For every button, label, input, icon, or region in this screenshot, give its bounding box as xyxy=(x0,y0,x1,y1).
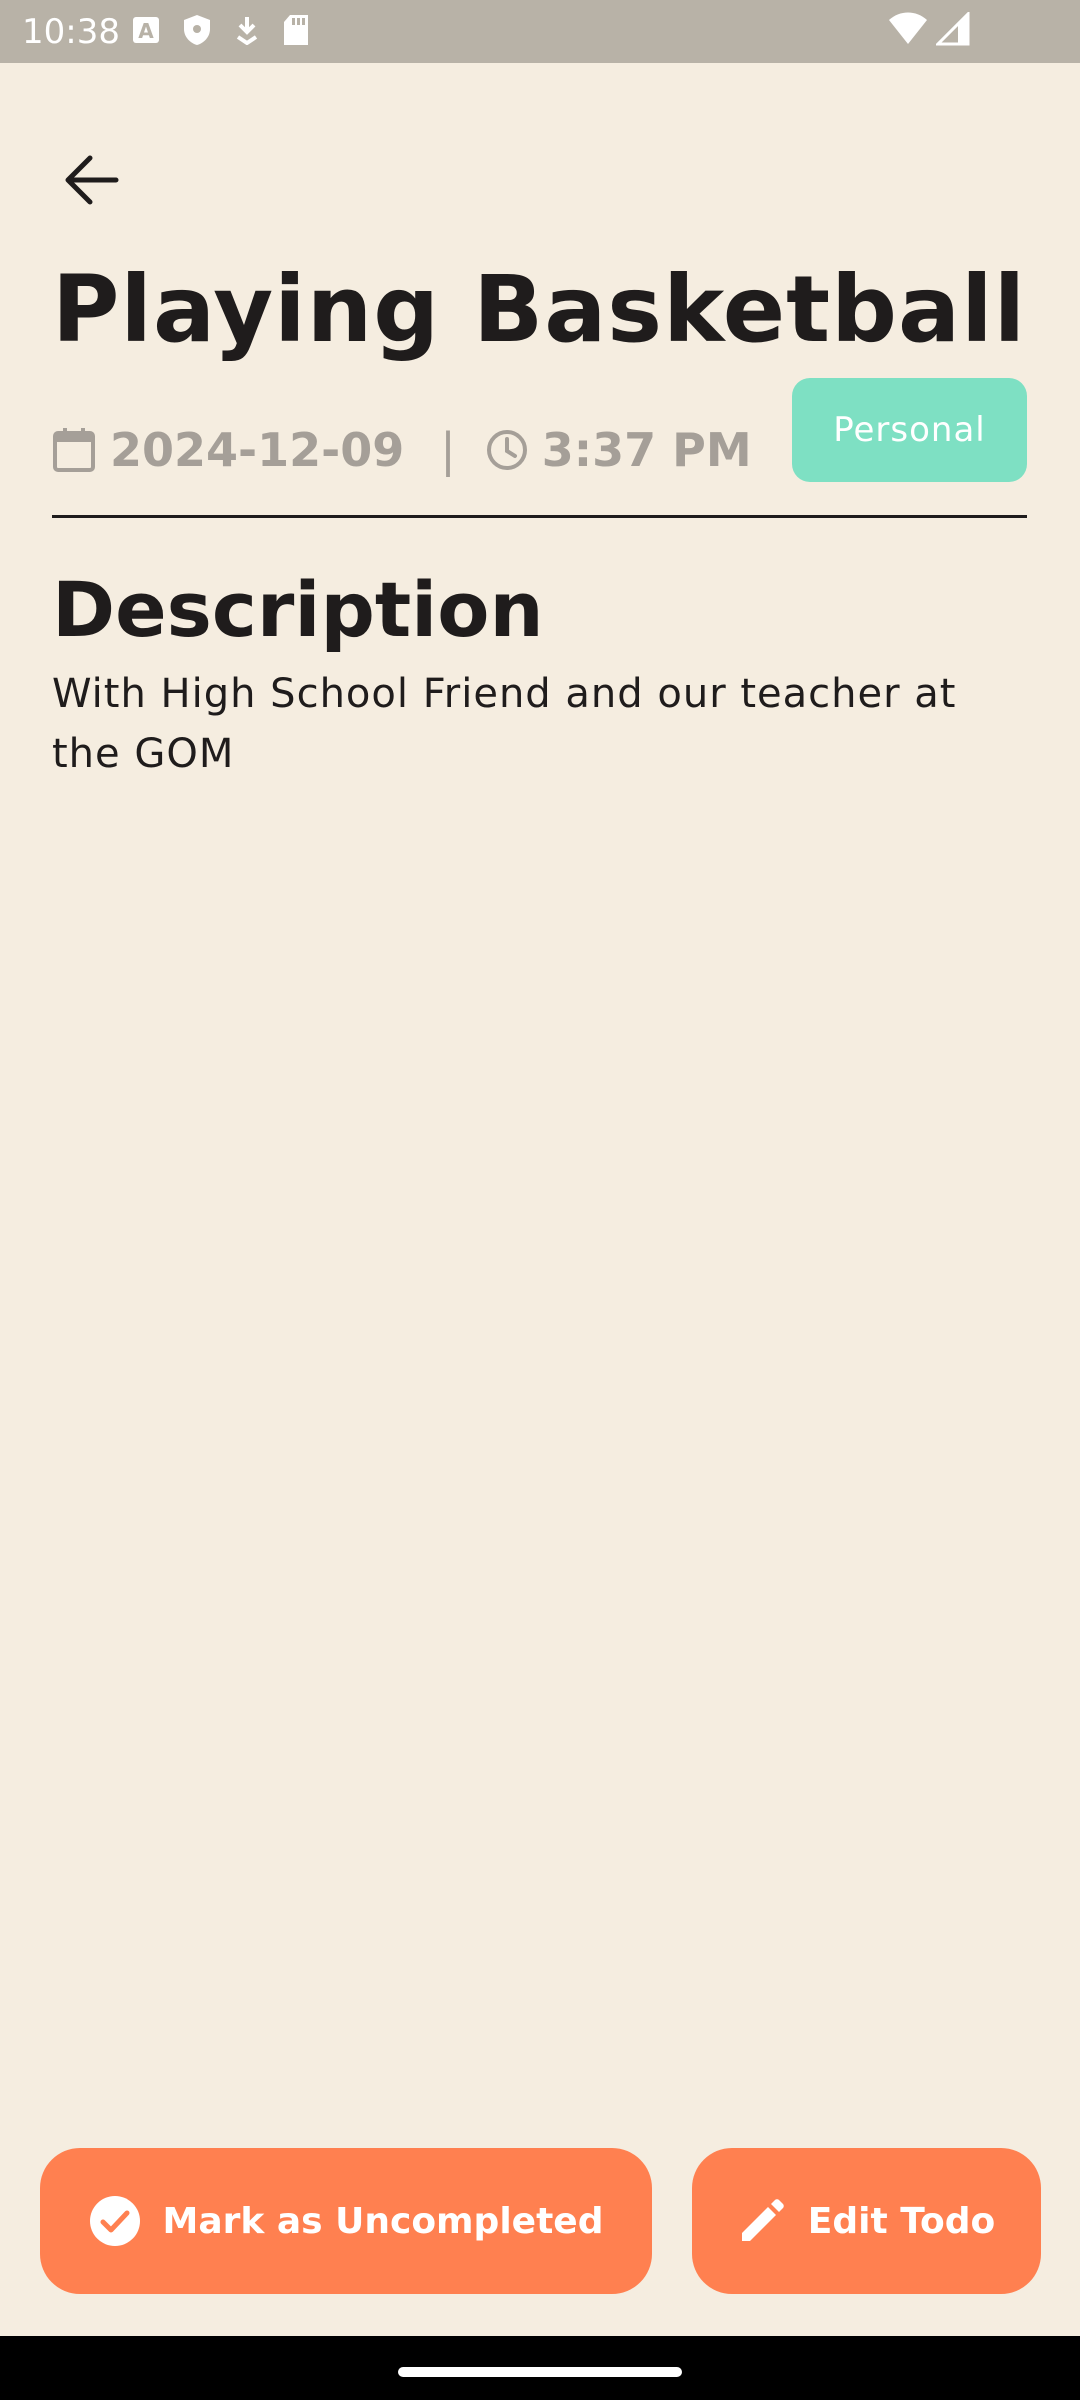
mark-uncompleted-button[interactable]: Mark as Uncompleted xyxy=(40,2148,652,2294)
todo-meta-row: 2024-12-09 | 3:37 PM xyxy=(52,410,752,490)
description-text: With High School Friend and our teacher … xyxy=(52,671,957,777)
clock-icon xyxy=(486,429,528,471)
wifi-icon xyxy=(888,12,928,50)
todo-time: 3:37 PM xyxy=(541,423,752,477)
home-indicator[interactable] xyxy=(398,2367,682,2377)
status-system-icons xyxy=(888,10,970,50)
edit-todo-label: Edit Todo xyxy=(807,2200,996,2242)
font-icon: A xyxy=(132,16,160,48)
divider xyxy=(52,515,1027,518)
category-label: Personal xyxy=(833,410,986,450)
status-bar: 10:38 A xyxy=(0,0,1080,63)
calendar-icon xyxy=(52,427,96,473)
category-badge: Personal xyxy=(792,378,1027,482)
signal-icon xyxy=(934,10,970,50)
shield-icon xyxy=(182,14,212,50)
todo-title: Playing Basketball xyxy=(52,256,1027,363)
back-button[interactable] xyxy=(52,142,132,222)
pencil-icon xyxy=(738,2197,786,2245)
sd-card-icon xyxy=(282,14,310,50)
edit-todo-button[interactable]: Edit Todo xyxy=(692,2148,1041,2294)
todo-date: 2024-12-09 xyxy=(110,423,405,477)
status-notification-icons: A xyxy=(132,14,310,50)
check-circle-icon xyxy=(89,2195,141,2247)
arrow-left-icon xyxy=(64,154,120,210)
status-time: 10:38 xyxy=(22,12,120,52)
description-heading: Description xyxy=(52,565,544,654)
download-icon xyxy=(234,15,260,49)
svg-text:A: A xyxy=(138,19,154,43)
meta-separator: | xyxy=(440,423,456,477)
mark-uncompleted-label: Mark as Uncompleted xyxy=(162,2200,604,2242)
